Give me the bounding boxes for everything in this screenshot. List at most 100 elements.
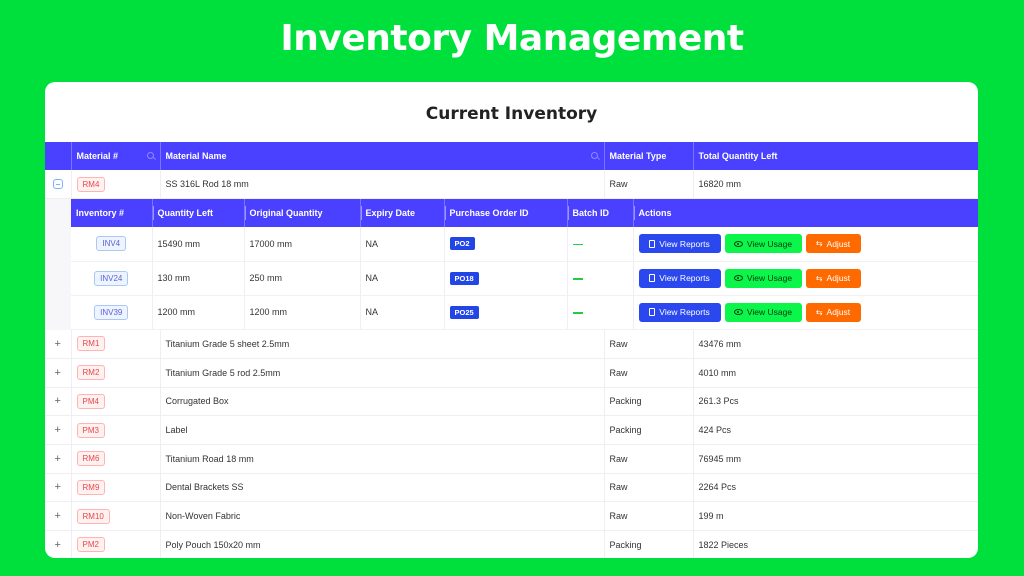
- table-row[interactable]: + PM3 Label Packing 424 Pcs: [45, 415, 978, 445]
- sub-header-inventory-no: Inventory #: [71, 199, 152, 228]
- material-type: Raw: [603, 170, 693, 200]
- actions-cell: View Reports View Usage ⇆ Adjust: [632, 227, 978, 262]
- batch-id-empty: [572, 312, 583, 314]
- expiry-date: NA: [359, 295, 444, 330]
- material-tag: RM6: [76, 451, 106, 467]
- material-type: Raw: [603, 473, 693, 503]
- table-row[interactable]: + RM6 Titanium Road 18 mm Raw 76945 mm: [45, 444, 978, 474]
- table-row-expanded: RM4 SS 316L Rod 18 mm Raw 16820 mm: [45, 170, 978, 200]
- document-icon: [649, 308, 656, 317]
- view-usage-button[interactable]: View Usage: [724, 302, 802, 322]
- material-name: Dental Brackets SS: [159, 473, 604, 503]
- inventory-card: Current Inventory Material # Material Na…: [45, 82, 978, 558]
- swap-icon: ⇆: [815, 307, 823, 317]
- material-tag: RM1: [76, 336, 106, 352]
- plus-icon[interactable]: +: [55, 395, 61, 407]
- view-reports-button[interactable]: View Reports: [638, 234, 721, 254]
- table-row[interactable]: + RM2 Titanium Grade 5 rod 2.5mm Raw 4010 mm: [45, 358, 978, 388]
- expand-toggle[interactable]: +: [45, 415, 71, 445]
- quantity-left: 15490 mm: [151, 227, 244, 262]
- purchase-order-tag[interactable]: PO2: [449, 237, 475, 251]
- plus-icon[interactable]: +: [55, 453, 61, 465]
- material-type: Packing: [603, 387, 693, 417]
- expanded-detail-row: Inventory # Quantity Left Original Quant…: [45, 198, 978, 330]
- material-tag: RM2: [76, 365, 106, 381]
- material-type: Packing: [603, 530, 693, 558]
- inventory-batch-row: INV4 15490 mm 17000 mm NA PO2 View Reports Vie…: [71, 227, 978, 262]
- material-tag: PM3: [76, 422, 105, 438]
- quantity-left: 1200 mm: [151, 295, 244, 330]
- sub-header-batch-id: Batch ID: [566, 199, 633, 228]
- purchase-order-tag[interactable]: PO18: [449, 271, 479, 285]
- plus-icon[interactable]: +: [55, 510, 61, 522]
- card-title: Current Inventory: [425, 104, 598, 124]
- actions-cell: View Reports View Usage ⇆ Adjust: [632, 295, 978, 330]
- document-icon: [649, 274, 656, 283]
- view-reports-button[interactable]: View Reports: [638, 302, 721, 322]
- material-type: Raw: [603, 329, 693, 359]
- eye-icon: [733, 275, 743, 282]
- total-quantity: 16820 mm: [692, 170, 978, 200]
- collapse-icon[interactable]: [52, 179, 63, 190]
- purchase-order-tag[interactable]: PO25: [449, 305, 479, 319]
- plus-icon[interactable]: +: [55, 539, 61, 551]
- expand-toggle[interactable]: +: [45, 473, 71, 503]
- batch-id-empty: [572, 243, 583, 246]
- expand-toggle[interactable]: +: [45, 387, 71, 417]
- expand-toggle[interactable]: +: [45, 501, 71, 531]
- table-header-row: Material # Material Name Material Type T…: [45, 142, 978, 170]
- material-tag: PM2: [76, 537, 105, 553]
- material-tag: RM10: [76, 508, 110, 524]
- total-quantity: 76945 mm: [692, 444, 978, 474]
- inventory-batch-row: INV24 130 mm 250 mm NA PO18 View Reports View …: [71, 261, 978, 296]
- search-icon[interactable]: [590, 152, 598, 159]
- sub-header-row: Inventory # Quantity Left Original Quant…: [71, 199, 978, 228]
- total-quantity: 2264 Pcs: [692, 473, 978, 503]
- inventory-tag: INV24: [94, 270, 129, 286]
- view-usage-button[interactable]: View Usage: [724, 234, 802, 254]
- eye-icon: [733, 309, 743, 316]
- plus-icon[interactable]: +: [55, 367, 61, 379]
- expand-toggle[interactable]: +: [45, 329, 71, 359]
- column-header-material-name[interactable]: Material Name: [159, 142, 604, 170]
- plus-icon[interactable]: +: [55, 338, 61, 350]
- collapse-toggle[interactable]: [45, 170, 71, 200]
- material-type: Packing: [603, 415, 693, 445]
- inventory-tag: INV4: [96, 236, 127, 252]
- material-name: SS 316L Rod 18 mm: [159, 170, 604, 200]
- sub-header-original-quantity: Original Quantity: [243, 199, 360, 228]
- expand-toggle[interactable]: +: [45, 530, 71, 558]
- material-name: Label: [159, 415, 604, 445]
- column-header-total-quantity[interactable]: Total Quantity Left: [692, 142, 978, 170]
- table-row[interactable]: + PM4 Corrugated Box Packing 261.3 Pcs: [45, 387, 978, 417]
- total-quantity: 4010 mm: [692, 358, 978, 388]
- search-icon[interactable]: [146, 152, 154, 159]
- expand-toggle[interactable]: +: [45, 444, 71, 474]
- adjust-button[interactable]: ⇆ Adjust: [805, 268, 861, 288]
- column-header-material-type[interactable]: Material Type: [603, 142, 693, 170]
- table-row[interactable]: + PM2 Poly Pouch 150x20 mm Packing 1822 Piec…: [45, 530, 978, 558]
- material-name: Titanium Road 18 mm: [159, 444, 604, 474]
- expand-toggle[interactable]: +: [45, 358, 71, 388]
- material-name: Corrugated Box: [159, 387, 604, 417]
- material-type: Raw: [603, 358, 693, 388]
- table-row[interactable]: + RM9 Dental Brackets SS Raw 2264 Pcs: [45, 473, 978, 503]
- sub-header-po-id: Purchase Order ID: [443, 199, 567, 228]
- table-row[interactable]: + RM1 Titanium Grade 5 sheet 2.5mm Raw 43476…: [45, 329, 978, 359]
- plus-icon[interactable]: +: [55, 424, 61, 436]
- expiry-date: NA: [359, 261, 444, 296]
- original-quantity: 17000 mm: [243, 227, 360, 262]
- material-type: Raw: [603, 501, 693, 531]
- adjust-button[interactable]: ⇆ Adjust: [805, 302, 861, 322]
- table-row[interactable]: + RM10 Non-Woven Fabric Raw 199 m: [45, 501, 978, 531]
- batch-id-empty: [572, 278, 583, 280]
- sub-header-expiry-date: Expiry Date: [359, 199, 444, 228]
- expander-header: [45, 142, 71, 170]
- view-usage-button[interactable]: View Usage: [724, 268, 802, 288]
- original-quantity: 250 mm: [243, 261, 360, 296]
- swap-icon: ⇆: [815, 273, 823, 283]
- adjust-button[interactable]: ⇆ Adjust: [805, 234, 861, 254]
- column-header-material-no[interactable]: Material #: [70, 142, 160, 170]
- view-reports-button[interactable]: View Reports: [638, 268, 721, 288]
- plus-icon[interactable]: +: [55, 481, 61, 493]
